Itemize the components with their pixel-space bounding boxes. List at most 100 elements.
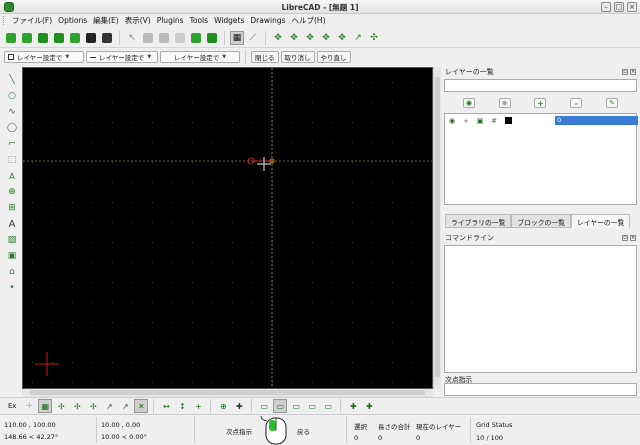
snap-middle-icon[interactable]: ↗ [102, 399, 116, 413]
linetype-combo[interactable]: レイヤー設定で ▼ [160, 51, 240, 63]
zoom-pan-icon[interactable]: ✣ [367, 31, 381, 45]
snap-distance-icon[interactable]: ↗ [118, 399, 132, 413]
view-monitor-icon[interactable]: ▭ [257, 399, 271, 413]
point-tool-icon[interactable]: • [6, 282, 18, 294]
width-combo[interactable]: レイヤー設定で ▼ [86, 51, 158, 63]
tab-library[interactable]: ライブラリの一覧 [445, 214, 512, 228]
open-file-icon[interactable] [36, 31, 50, 45]
text-tool-icon[interactable]: A [6, 218, 18, 230]
menu-widgets[interactable]: Widgets [214, 16, 244, 25]
block-insert-icon[interactable] [205, 31, 219, 45]
zoom-in-icon[interactable]: ✥ [287, 31, 301, 45]
menu-options[interactable]: Options [58, 16, 87, 25]
block-add-icon[interactable]: ✚ [346, 399, 360, 413]
panel-close-icon[interactable]: × [630, 235, 636, 241]
layer-construction-icon[interactable]: # [487, 117, 501, 125]
zoom-redraw-icon[interactable]: ✥ [271, 31, 285, 45]
view-monitor-4-icon[interactable]: ▭ [321, 399, 335, 413]
maximize-icon[interactable]: □ [614, 2, 624, 12]
edit-layer-icon[interactable]: ✎ [606, 98, 619, 108]
panel-close-icon[interactable]: × [630, 69, 636, 75]
snap-center-icon[interactable]: ✢ [86, 399, 100, 413]
menu-plugins[interactable]: Plugins [157, 16, 184, 25]
hatch-tool-icon[interactable]: ▨ [6, 234, 18, 246]
save-as-icon[interactable] [68, 31, 82, 45]
layer-filter-input[interactable] [444, 79, 637, 92]
block-icon[interactable] [189, 31, 203, 45]
cut-icon[interactable] [141, 31, 155, 45]
print-icon[interactable] [84, 31, 98, 45]
dimension-tool-icon[interactable]: A [6, 170, 18, 182]
remove-layer-icon[interactable]: – [570, 98, 583, 108]
snap-endpoint-icon[interactable]: ✢ [54, 399, 68, 413]
color-combo[interactable]: レイヤー設定で ▼ [4, 51, 84, 63]
block-tool-icon[interactable]: ⌂ [6, 266, 18, 278]
hide-all-layers-icon[interactable]: ◉ [498, 98, 511, 108]
line-tool-icon[interactable]: ╲ [6, 74, 18, 86]
copy-icon[interactable] [157, 31, 171, 45]
curve-tool-icon[interactable]: ∿ [6, 106, 18, 118]
view-monitor-2-icon[interactable]: ▭ [289, 399, 303, 413]
image-tool-icon[interactable]: ▣ [6, 250, 18, 262]
panel-float-icon[interactable]: ▫ [622, 235, 628, 241]
save-icon[interactable] [52, 31, 66, 45]
minimize-icon[interactable]: – [601, 2, 611, 12]
new-file-icon[interactable] [4, 31, 18, 45]
command-input[interactable] [444, 383, 637, 396]
zoom-auto-icon[interactable]: ✥ [319, 31, 333, 45]
relative-zero-icon[interactable]: ⊕ [216, 399, 230, 413]
canvas-vertical-scrollbar[interactable] [433, 67, 441, 389]
block-insert-snap-icon[interactable]: ✚ [362, 399, 376, 413]
scrollbar-thumb[interactable] [30, 390, 425, 395]
show-all-layers-icon[interactable]: ◉ [462, 98, 475, 108]
add-layer-icon[interactable]: + [534, 98, 547, 108]
select-tool-icon[interactable]: ⬚ [6, 154, 18, 166]
menu-edit[interactable]: 編集(E) [93, 15, 119, 26]
select-pointer-icon[interactable]: ↖ [125, 31, 139, 45]
snap-free-icon[interactable]: + [22, 399, 36, 413]
paste-icon[interactable] [173, 31, 187, 45]
snap-entity-icon[interactable]: ✢ [70, 399, 84, 413]
menu-drawings[interactable]: Drawings [250, 16, 285, 25]
restrict-vertical-icon[interactable]: ↕ [175, 399, 189, 413]
print-preview-icon[interactable] [100, 31, 114, 45]
layer-lock-icon[interactable]: 🔒︎ [459, 116, 473, 125]
restrict-horizontal-icon[interactable]: ↔ [159, 399, 173, 413]
zoom-previous-icon[interactable]: ✥ [335, 31, 349, 45]
close-button[interactable]: 閉じる [251, 51, 279, 63]
snap-intersection-icon[interactable]: ✕ [134, 399, 149, 413]
tab-blocks[interactable]: ブロックの一覧 [511, 214, 571, 228]
lock-relative-zero-icon[interactable]: ✚ [232, 399, 246, 413]
drawing-canvas[interactable] [22, 67, 433, 389]
layer-visible-icon[interactable]: ◉ [445, 117, 459, 125]
undo-button[interactable]: 取り消し [280, 51, 315, 63]
canvas-horizontal-scrollbar[interactable] [22, 389, 433, 397]
snap-exclusive-label[interactable]: Ex [8, 402, 16, 410]
redo-button[interactable]: やり直し [316, 51, 351, 63]
layer-name[interactable]: 0 [555, 116, 638, 125]
tab-layers[interactable]: レイヤーの一覧 [570, 214, 631, 228]
new-template-icon[interactable] [20, 31, 34, 45]
view-monitor-3-icon[interactable]: ▭ [305, 399, 319, 413]
layer-print-icon[interactable]: ▣ [473, 117, 487, 125]
layer-color-icon[interactable] [501, 117, 515, 124]
snap-grid-icon[interactable]: ▦ [38, 399, 53, 413]
restrict-orthogonal-icon[interactable]: + [191, 399, 205, 413]
layer-row[interactable]: ◉ 🔒︎ ▣ # 0 [445, 116, 638, 125]
draft-mode-icon[interactable]: ⟋ [246, 31, 260, 45]
snap-tool-icon[interactable]: ⊞ [6, 202, 18, 214]
circle-tool-icon[interactable]: ○ [6, 90, 18, 102]
zoom-window-icon[interactable]: ↗ [351, 31, 365, 45]
scrollbar-thumb[interactable] [435, 77, 440, 377]
close-icon[interactable]: × [627, 2, 637, 12]
menu-tools[interactable]: Tools [190, 16, 208, 25]
zoom-out-icon[interactable]: ✥ [303, 31, 317, 45]
menu-view[interactable]: 表示(V) [125, 15, 151, 26]
ellipse-tool-icon[interactable]: ◯ [6, 122, 18, 134]
polyline-tool-icon[interactable]: ⌐ [6, 138, 18, 150]
modify-tool-icon[interactable]: ⊕ [6, 186, 18, 198]
view-monitor-active-icon[interactable]: ▭ [273, 399, 288, 413]
panel-float-icon[interactable]: ▫ [622, 69, 628, 75]
grid-toggle-icon[interactable]: ▦ [230, 30, 244, 45]
menu-file[interactable]: ファイル(F) [12, 15, 52, 26]
